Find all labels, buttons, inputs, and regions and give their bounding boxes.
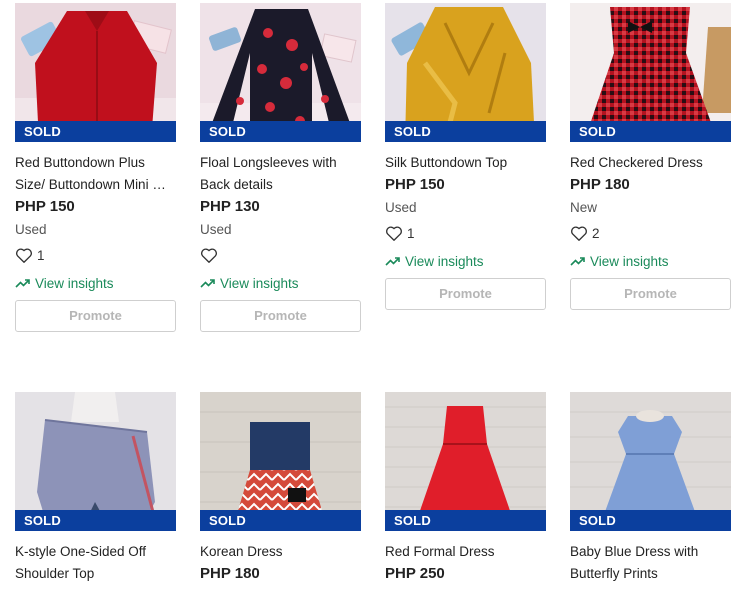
heart-icon xyxy=(201,247,217,263)
heart-icon xyxy=(571,225,587,241)
view-insights-link[interactable]: View insights xyxy=(570,250,731,272)
product-price: PHP 250 xyxy=(385,565,445,582)
product-image[interactable]: SOLD xyxy=(570,392,731,531)
product-condition: Used xyxy=(385,200,417,215)
promote-button[interactable]: Promote xyxy=(570,278,731,310)
listing-grid: SOLD Red Buttondown Plus Size/ Buttondow… xyxy=(0,0,746,604)
product-title[interactable]: Silk Buttondown Top xyxy=(385,152,546,174)
sold-badge: SOLD xyxy=(200,121,361,142)
like-control[interactable]: 1 xyxy=(385,220,546,246)
view-insights-link[interactable]: View insights xyxy=(200,272,361,294)
product-price: PHP 150 xyxy=(385,176,445,193)
view-insights-link[interactable]: View insights xyxy=(385,250,546,272)
listing-card[interactable]: SOLD Baby Blue Dress with Butterfly Prin… xyxy=(570,392,731,585)
trending-up-icon xyxy=(200,278,215,288)
listing-card[interactable]: SOLD Red Buttondown Plus Size/ Buttondow… xyxy=(15,3,176,332)
product-title[interactable]: Red Checkered Dress xyxy=(570,152,731,174)
heart-icon xyxy=(16,247,32,263)
like-control[interactable]: 1 xyxy=(15,242,176,268)
product-image[interactable]: SOLD xyxy=(200,392,361,531)
product-title[interactable]: Red Formal Dress xyxy=(385,541,546,563)
product-image[interactable]: SOLD xyxy=(15,3,176,142)
trending-up-icon xyxy=(15,278,30,288)
like-count: 2 xyxy=(592,225,600,241)
product-image[interactable]: SOLD xyxy=(15,392,176,531)
product-image[interactable]: SOLD xyxy=(200,3,361,142)
listing-card[interactable]: SOLD K-style One-Sided Off Shoulder Top xyxy=(15,392,176,585)
product-title[interactable]: Baby Blue Dress with Butterfly Prints xyxy=(570,541,731,585)
trending-up-icon xyxy=(570,256,585,266)
product-price: PHP 180 xyxy=(570,176,630,193)
sold-badge: SOLD xyxy=(385,510,546,531)
like-count: 1 xyxy=(37,247,45,263)
like-count: 1 xyxy=(407,225,415,241)
promote-button[interactable]: Promote xyxy=(15,300,176,332)
promote-button[interactable]: Promote xyxy=(385,278,546,310)
listing-card[interactable]: SOLD Floal Longsleeves with Back details… xyxy=(200,3,361,332)
view-insights-label: View insights xyxy=(35,275,114,291)
view-insights-label: View insights xyxy=(220,275,299,291)
product-title[interactable]: Red Buttondown Plus Size/ Buttondown Min… xyxy=(15,152,176,196)
product-image[interactable]: SOLD xyxy=(570,3,731,142)
product-condition: Used xyxy=(15,222,47,237)
sold-badge: SOLD xyxy=(385,121,546,142)
product-condition: Used xyxy=(200,222,232,237)
promote-button[interactable]: Promote xyxy=(200,300,361,332)
product-price: PHP 130 xyxy=(200,198,260,215)
sold-badge: SOLD xyxy=(200,510,361,531)
product-image[interactable]: SOLD xyxy=(385,3,546,142)
sold-badge: SOLD xyxy=(15,121,176,142)
product-condition: New xyxy=(570,200,598,215)
view-insights-label: View insights xyxy=(590,253,669,269)
listing-card[interactable]: SOLD Red Checkered Dress PHP 180 New 2 V… xyxy=(570,3,731,310)
product-image[interactable]: SOLD xyxy=(385,392,546,531)
like-control[interactable] xyxy=(200,242,361,268)
sold-badge: SOLD xyxy=(15,510,176,531)
listing-card[interactable]: SOLD Silk Buttondown Top PHP 150 Used 1 … xyxy=(385,3,546,310)
listing-card[interactable]: SOLD Korean Dress PHP 180 xyxy=(200,392,361,585)
trending-up-icon xyxy=(385,256,400,266)
product-title[interactable]: Korean Dress xyxy=(200,541,361,563)
sold-badge: SOLD xyxy=(570,121,731,142)
product-price: PHP 180 xyxy=(200,565,260,582)
product-title[interactable]: K-style One-Sided Off Shoulder Top xyxy=(15,541,176,585)
view-insights-link[interactable]: View insights xyxy=(15,272,176,294)
listing-card[interactable]: SOLD Red Formal Dress PHP 250 xyxy=(385,392,546,585)
heart-icon xyxy=(386,225,402,241)
sold-badge: SOLD xyxy=(570,510,731,531)
like-control[interactable]: 2 xyxy=(570,220,731,246)
product-price: PHP 150 xyxy=(15,198,75,215)
product-title[interactable]: Floal Longsleeves with Back details xyxy=(200,152,361,196)
view-insights-label: View insights xyxy=(405,253,484,269)
